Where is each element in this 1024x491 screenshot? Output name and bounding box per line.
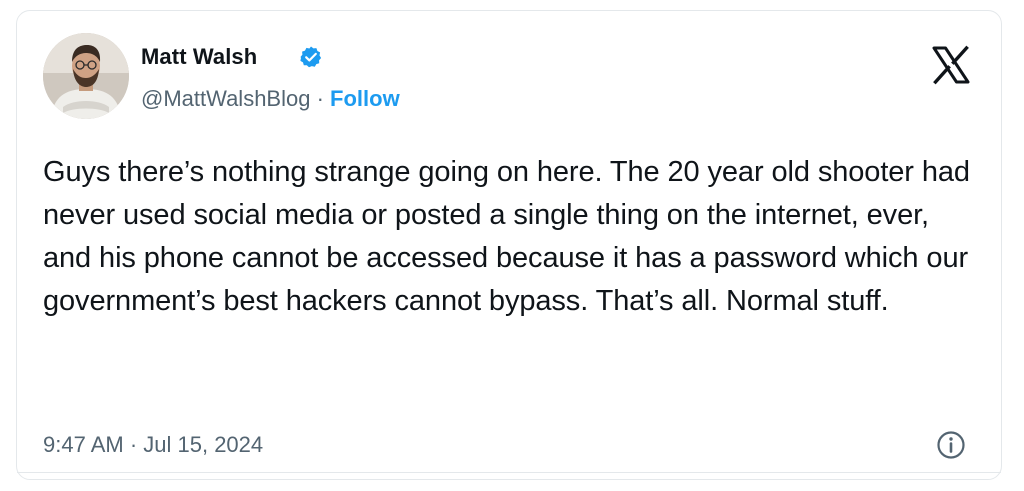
avatar-image <box>43 33 129 119</box>
handle-row: @MattWalshBlog · Follow <box>141 86 400 112</box>
tweet-text: Guys there’s nothing strange going on he… <box>43 156 970 317</box>
author-name[interactable]: Matt Walsh <box>141 44 257 70</box>
card-divider <box>17 472 1001 473</box>
handle-separator: · <box>316 86 324 111</box>
screenshot-frame: Matt Walsh @MattWalshBlog · Follow Guys … <box>0 0 1024 491</box>
info-icon[interactable] <box>935 429 967 461</box>
tweet-timestamp[interactable]: 9:47 AM · Jul 15, 2024 <box>43 432 263 458</box>
author-handle[interactable]: @MattWalshBlog <box>141 86 310 111</box>
avatar[interactable] <box>43 33 129 119</box>
x-logo-icon[interactable] <box>931 45 971 85</box>
verified-badge-icon <box>300 46 322 68</box>
follow-button[interactable]: Follow <box>330 86 400 111</box>
tweet-card[interactable]: Matt Walsh @MattWalshBlog · Follow Guys … <box>16 10 1002 480</box>
